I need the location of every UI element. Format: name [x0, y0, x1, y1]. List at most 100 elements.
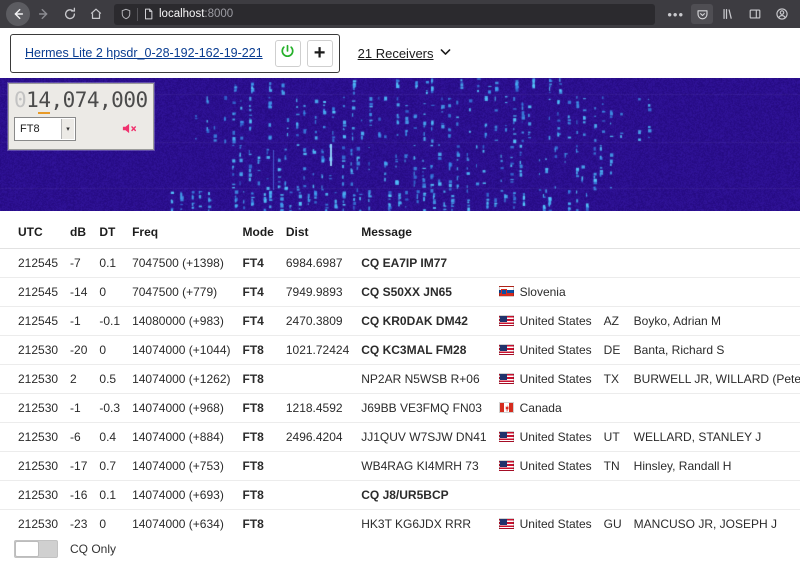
table-row[interactable]: 212530 -17 0.7 14074000 (+753) FT8 WB4RAG KI4… — [0, 451, 800, 481]
back-arrow-icon[interactable] — [6, 2, 30, 26]
column-header-utc[interactable]: UTC — [0, 217, 65, 249]
column-header-message[interactable]: Message — [355, 217, 493, 249]
cell-dist: 7949.9893 — [279, 277, 356, 307]
cell-mode: FT4 — [236, 277, 280, 307]
table-row[interactable]: 212530 2 0.5 14074000 (+1262) FT8 NP2AR N5WSB… — [0, 364, 800, 394]
cell-dist — [279, 451, 356, 481]
cell-state — [597, 480, 628, 510]
cell-msg: CQ J8/UR5BCP — [355, 480, 493, 510]
cell-dt: 0 — [93, 277, 127, 307]
cell-freq: 7047500 (+779) — [126, 277, 237, 307]
cell-state — [597, 393, 628, 423]
waterfall-display[interactable]: 014,074,000 FT8 ▾ — [0, 78, 800, 211]
cq-only-toggle[interactable] — [14, 540, 58, 558]
plus-icon: + — [313, 42, 326, 64]
table-header-row: UTC dB DT Freq Mode Dist Message — [0, 217, 800, 249]
cell-country: United States — [492, 364, 598, 394]
cell-dt: -0.3 — [93, 393, 127, 423]
vfo-panel[interactable]: 014,074,000 FT8 ▾ — [8, 83, 154, 150]
column-header-name — [627, 217, 800, 249]
table-row[interactable]: 212545 -7 0.1 7047500 (+1398) FT4 6984.6987 CQ… — [0, 248, 800, 278]
url-host: localhost — [159, 8, 205, 20]
chevron-down-icon — [440, 48, 451, 59]
account-icon[interactable] — [770, 2, 794, 26]
country-label: United States — [519, 459, 592, 473]
column-header-dist[interactable]: Dist — [279, 217, 356, 249]
table-row[interactable]: 212530 -23 0 14074000 (+634) FT8 HK3T KG6JDX … — [0, 509, 800, 531]
country-label: Slovenia — [519, 285, 566, 299]
cell-freq: 14074000 (+634) — [126, 509, 237, 531]
cell-freq: 14074000 (+968) — [126, 393, 237, 423]
country-label: United States — [519, 343, 592, 357]
frequency-rest[interactable]: ,074,000 — [50, 88, 148, 112]
cell-mode: FT8 — [236, 335, 280, 365]
cell-mode: FT8 — [236, 451, 280, 481]
cell-dt: 0.7 — [93, 451, 127, 481]
frequency-digit-1[interactable]: 1 — [26, 88, 39, 112]
cell-dist — [279, 509, 356, 531]
cell-db: -17 — [64, 451, 94, 481]
urlbar-divider — [137, 7, 138, 21]
cell-mode: FT8 — [236, 364, 280, 394]
table-row[interactable]: 212530 -16 0.1 14074000 (+693) FT8 CQ J8/UR5B… — [0, 480, 800, 510]
cell-msg: JJ1QUV W7SJW DN41 — [355, 422, 493, 452]
power-button[interactable] — [274, 39, 301, 67]
country-label: United States — [519, 314, 592, 328]
cell-dt: 0.5 — [93, 364, 127, 394]
cell-state: GU — [597, 509, 628, 531]
decodes-table: UTC dB DT Freq Mode Dist Message 212545-… — [0, 217, 800, 531]
url-bar[interactable]: localhost:8000 — [114, 3, 656, 25]
cell-country — [492, 480, 598, 510]
column-header-freq[interactable]: Freq — [126, 217, 237, 249]
cell-utc: 212530 — [0, 480, 65, 510]
cell-dt: 0.1 — [93, 480, 127, 510]
forward-arrow-icon[interactable] — [32, 2, 56, 26]
cell-name: MANCUSO JR, JOSEPH J — [627, 509, 800, 531]
cell-name: WELLARD, STANLEY J — [627, 422, 800, 452]
cell-msg: CQ KR0DAK DM42 — [355, 306, 493, 336]
cell-msg: J69BB VE3FMQ FN03 — [355, 393, 493, 423]
power-icon — [280, 44, 295, 63]
reload-icon[interactable] — [58, 2, 82, 26]
cell-dist — [279, 364, 356, 394]
mode-select[interactable]: FT8 ▾ — [14, 117, 76, 141]
country-label: Canada — [519, 401, 562, 415]
cq-only-label: CQ Only — [70, 542, 117, 556]
receivers-dropdown[interactable]: 21 Receivers — [358, 46, 451, 61]
chevron-down-icon[interactable]: ▾ — [61, 119, 74, 139]
frequency-active-digit[interactable]: 4 — [38, 88, 51, 114]
receiver-selector[interactable]: Hermes Lite 2 hpsdr_0-28-192-162-19-221 … — [10, 33, 340, 73]
table-row[interactable]: 212530 -20 0 14074000 (+1044) FT8 1021.72424 C… — [0, 335, 800, 365]
decodes-table-area[interactable]: UTC dB DT Freq Mode Dist Message 212545-… — [0, 211, 800, 531]
page-icon — [143, 8, 154, 20]
cell-utc: 212530 — [0, 422, 65, 452]
sidebar-icon[interactable] — [743, 2, 767, 26]
receiver-name-link[interactable]: Hermes Lite 2 hpsdr_0-28-192-162-19-221 — [25, 46, 269, 60]
table-row[interactable]: 212530 -6 0.4 14074000 (+884) FT8 2496.4204 JJ… — [0, 422, 800, 452]
browser-toolbar: localhost:8000 ••• — [0, 0, 800, 28]
cell-dist: 2496.4204 — [279, 422, 356, 452]
cell-name — [627, 480, 800, 510]
cell-country: Slovenia — [492, 277, 598, 307]
table-row[interactable]: 212545 -14 0 7047500 (+779) FT4 7949.9893 CQ S… — [0, 277, 800, 307]
column-header-dt[interactable]: DT — [93, 217, 127, 249]
library-icon[interactable] — [716, 2, 740, 26]
cell-db: -14 — [64, 277, 94, 307]
table-row[interactable]: 212530 -1 -0.3 14074000 (+968) FT8 1218.4592 J… — [0, 393, 800, 423]
add-receiver-button[interactable]: + — [306, 39, 333, 67]
home-icon[interactable] — [84, 2, 108, 26]
page-actions-icon[interactable]: ••• — [663, 7, 688, 22]
cell-country: United States — [492, 422, 598, 452]
muted-speaker-icon[interactable] — [122, 122, 138, 137]
frequency-display[interactable]: 014,074,000 — [14, 88, 148, 114]
cell-dist: 1021.72424 — [279, 335, 356, 365]
table-row[interactable]: 212545 -1 -0.1 14080000 (+983) FT4 2470.3809 C… — [0, 306, 800, 336]
pocket-icon[interactable] — [691, 4, 713, 24]
cell-msg: HK3T KG6JDX RRR — [355, 509, 493, 531]
flag-icon-si — [498, 286, 514, 297]
chrome-right-controls: ••• — [663, 2, 794, 26]
cell-freq: 14074000 (+1044) — [126, 335, 237, 365]
column-header-db[interactable]: dB — [64, 217, 94, 249]
column-header-mode[interactable]: Mode — [236, 217, 280, 249]
shield-icon[interactable] — [120, 8, 132, 20]
